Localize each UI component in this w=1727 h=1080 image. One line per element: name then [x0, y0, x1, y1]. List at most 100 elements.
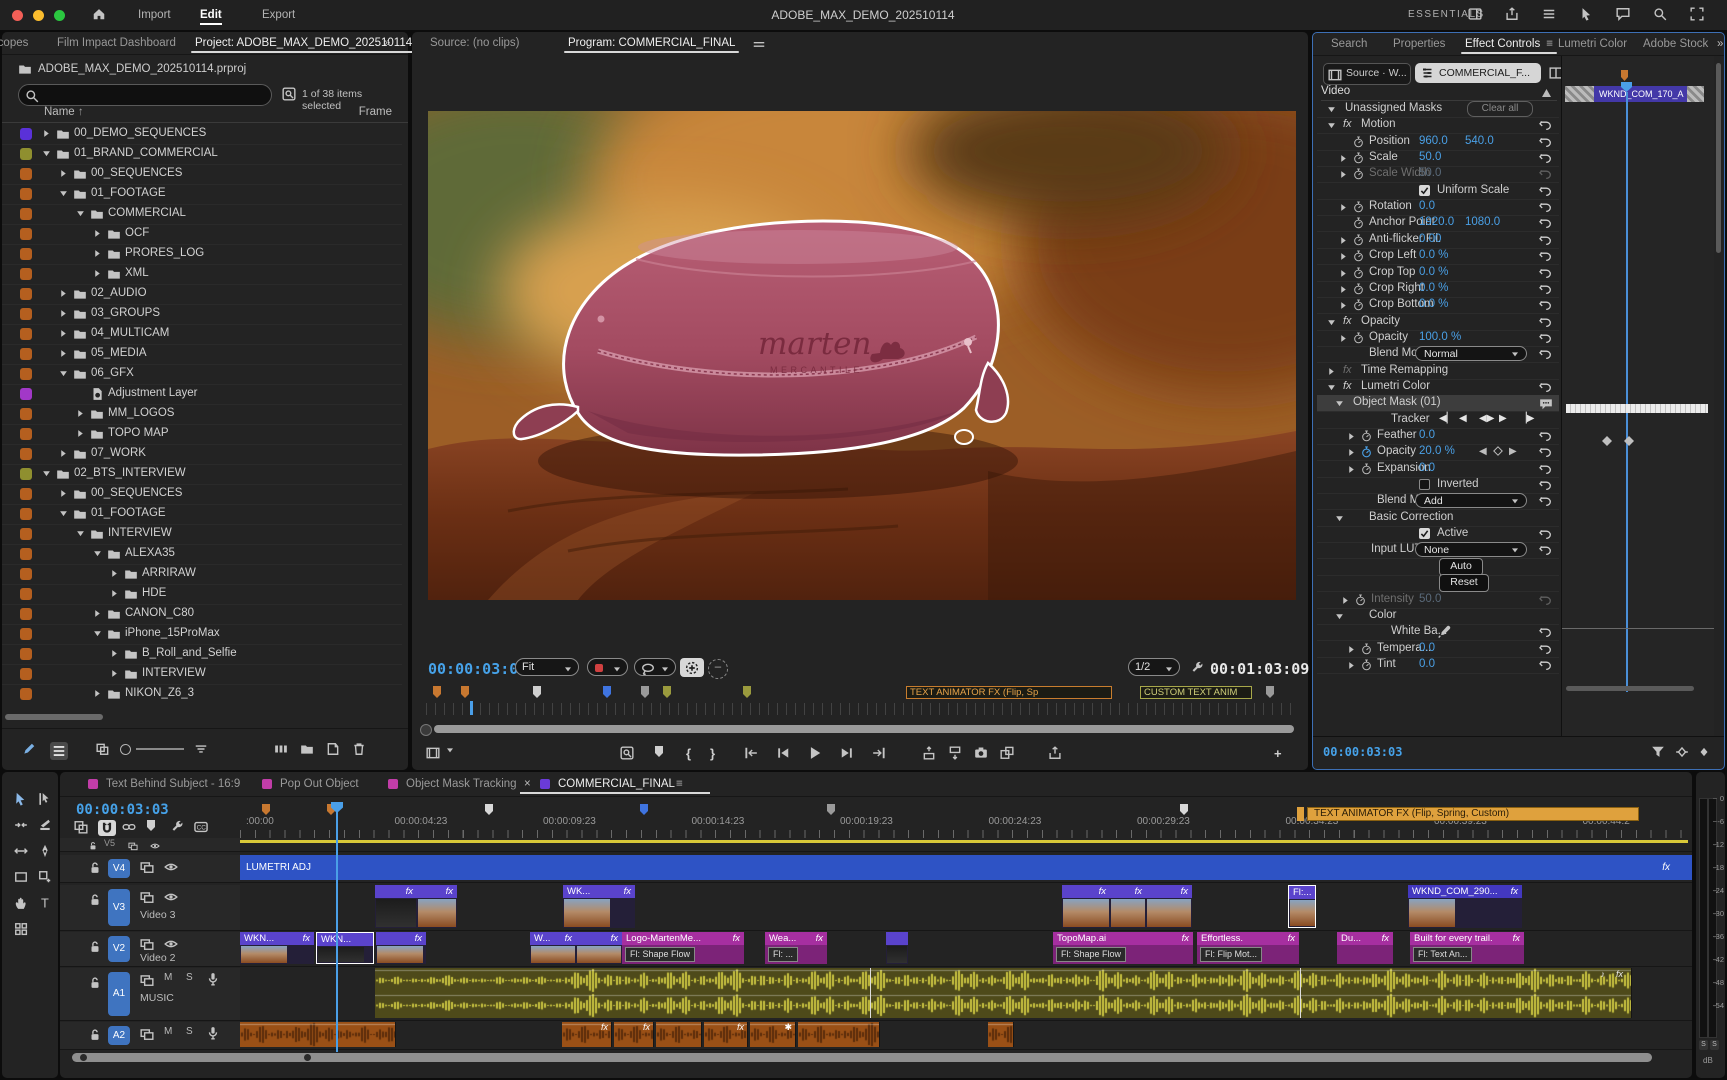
- step-back-icon[interactable]: [776, 746, 790, 760]
- label-color-swatch[interactable]: [20, 648, 32, 660]
- stopwatch-icon[interactable]: [1361, 446, 1372, 458]
- source-patch-icon[interactable]: [128, 841, 138, 851]
- list-view-icon[interactable]: [50, 742, 68, 760]
- prev-keyframe-icon[interactable]: ◀: [1479, 446, 1487, 457]
- bin-tree-row[interactable]: MM_LOGOS: [2, 404, 402, 425]
- tree-chevron-icon[interactable]: [76, 429, 85, 438]
- tool-selection[interactable]: [14, 792, 27, 806]
- program-scrollbar[interactable]: [434, 725, 1294, 733]
- source-patch-icon[interactable]: [140, 973, 154, 987]
- tree-chevron-icon[interactable]: [59, 369, 68, 378]
- row-chevron-icon[interactable]: [1339, 236, 1348, 245]
- menu-item-edit[interactable]: Edit: [192, 0, 230, 30]
- monitor-marker-icon[interactable]: [742, 686, 752, 699]
- drag-video-icon[interactable]: [426, 746, 440, 760]
- tree-chevron-icon[interactable]: [93, 549, 102, 558]
- track-output-icon[interactable]: [164, 860, 178, 874]
- row-chevron-icon[interactable]: [1339, 301, 1348, 310]
- clip[interactable]: fx: [375, 885, 417, 928]
- clip[interactable]: ♪fx: [375, 968, 1632, 1018]
- effect-row-scale[interactable]: Scale50.0: [1317, 150, 1559, 167]
- row-chevron-icon[interactable]: [1327, 367, 1336, 376]
- row-chevron-icon[interactable]: [1339, 203, 1348, 212]
- tab-source-monitor[interactable]: Source: (no clips): [430, 32, 519, 54]
- effect-row-active[interactable]: Active: [1317, 526, 1559, 543]
- tree-chevron-icon[interactable]: [76, 409, 85, 418]
- bin-tree-row[interactable]: INTERVIEW: [2, 524, 402, 545]
- monitor-marker-icon[interactable]: [432, 686, 442, 699]
- timeline-playhead-handle[interactable]: [331, 802, 343, 813]
- clip-du-[interactable]: Du...fx: [1337, 932, 1393, 964]
- effect-row-opacity[interactable]: fxOpacity: [1317, 314, 1559, 331]
- bin-tree-row[interactable]: 01_BRAND_COMMERCIAL: [2, 144, 402, 165]
- bin-tree-row[interactable]: 00_DEMO_SEQUENCES: [2, 124, 402, 145]
- effect-row-opacity[interactable]: Opacity20.0 %◀▶: [1317, 444, 1559, 461]
- timeline-hscrollbar[interactable]: [72, 1053, 1652, 1062]
- stopwatch-icon[interactable]: [1353, 234, 1364, 246]
- track-lock-icon[interactable]: [88, 841, 98, 851]
- stopwatch-icon[interactable]: [1361, 643, 1372, 655]
- tracker-button-4[interactable]: ▕▶: [1519, 413, 1534, 424]
- row-value[interactable]: 0.0: [1419, 642, 1435, 654]
- find-icon[interactable]: [620, 746, 634, 760]
- zoom-level-select[interactable]: Fit: [515, 658, 579, 676]
- clip-lumetri-adj[interactable]: LUMETRI ADJfx: [240, 855, 1692, 880]
- clip[interactable]: [656, 1022, 702, 1047]
- menu-item-import[interactable]: Import: [130, 0, 179, 30]
- scroll-handle-right[interactable]: [304, 1054, 311, 1061]
- label-color-swatch[interactable]: [20, 168, 32, 180]
- row-chevron-icon[interactable]: [1335, 399, 1344, 408]
- mark-out-button[interactable]: }: [710, 746, 715, 761]
- bin-tree-row[interactable]: 07_WORK: [2, 444, 402, 465]
- bin-tree-row[interactable]: 01_FOOTAGE: [2, 504, 402, 525]
- step-forward-icon[interactable]: [840, 746, 854, 760]
- monitor-marker-icon[interactable]: [662, 686, 672, 699]
- tool-pen[interactable]: [38, 844, 52, 858]
- reset-parameter-icon[interactable]: [1539, 168, 1552, 180]
- effect-row-anti-flicker-fil-[interactable]: Anti-flicker Fil.0.00: [1317, 232, 1559, 249]
- label-color-swatch[interactable]: [20, 608, 32, 620]
- eyedropper-icon[interactable]: [1437, 625, 1451, 639]
- bin-tree-row[interactable]: OCF: [2, 224, 402, 245]
- bin-tree-row[interactable]: 01_FOOTAGE: [2, 184, 402, 205]
- row-chevron-icon[interactable]: [1339, 154, 1348, 163]
- effect-row-object-mask-01-[interactable]: Object Mask (01): [1317, 395, 1559, 412]
- extract-icon[interactable]: [948, 746, 962, 760]
- reset-parameter-icon[interactable]: [1539, 381, 1552, 393]
- solo-button[interactable]: S: [186, 1026, 193, 1037]
- effect-row-reset[interactable]: Reset: [1317, 575, 1559, 592]
- zoom-out-icon[interactable]: [120, 744, 131, 755]
- label-color-swatch[interactable]: [20, 188, 32, 200]
- clip-wkn-[interactable]: WKN...: [316, 932, 374, 964]
- stopwatch-icon[interactable]: [1361, 463, 1372, 475]
- label-color-swatch[interactable]: [20, 328, 32, 340]
- monitor-marker-icon[interactable]: [1265, 686, 1275, 699]
- solo-button[interactable]: S: [186, 972, 193, 983]
- reset-parameter-icon[interactable]: [1539, 201, 1552, 213]
- effect-row-basic-correction[interactable]: Basic Correction: [1317, 510, 1559, 527]
- reset-parameter-icon[interactable]: [1539, 152, 1552, 164]
- row-value[interactable]: 1920.0: [1419, 216, 1454, 228]
- mute-button[interactable]: M: [164, 972, 172, 983]
- effect-row-crop-top[interactable]: Crop Top0.0 %: [1317, 265, 1559, 282]
- row-chevron-icon[interactable]: [1335, 612, 1344, 621]
- reset-parameter-icon[interactable]: [1539, 348, 1552, 360]
- bin-tree-row[interactable]: Adjustment Layer: [2, 384, 402, 405]
- row-chevron-icon[interactable]: [1347, 465, 1356, 474]
- tracker-button-1[interactable]: ◀: [1459, 413, 1467, 424]
- clip[interactable]: fx: [376, 932, 426, 964]
- search-icon[interactable]: [1653, 7, 1667, 21]
- tab-program-monitor[interactable]: Program: COMMERCIAL_FINAL: [568, 32, 735, 54]
- tab-project[interactable]: Project: ADOBE_MAX_DEMO_202510114≡: [195, 32, 427, 54]
- clip[interactable]: [886, 932, 908, 964]
- tree-chevron-icon[interactable]: [59, 289, 68, 298]
- row-value[interactable]: 0.0 %: [1419, 282, 1448, 294]
- bin-tree-row[interactable]: INTERVIEW: [2, 664, 402, 685]
- add-keyframe-icon[interactable]: [1697, 745, 1711, 759]
- subtract-mask-button[interactable]: –: [708, 659, 728, 679]
- row-value[interactable]: 0.0: [1419, 429, 1435, 441]
- find-button[interactable]: [282, 87, 296, 101]
- label-color-swatch[interactable]: [20, 208, 32, 220]
- reset-parameter-icon[interactable]: [1539, 299, 1552, 311]
- reset-parameter-icon[interactable]: [1539, 136, 1552, 148]
